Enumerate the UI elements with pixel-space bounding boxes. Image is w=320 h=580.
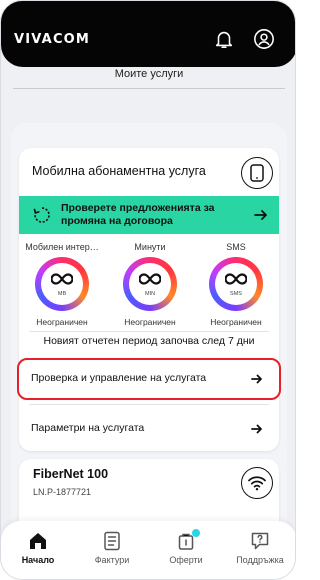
usage-label: Минути [134,242,166,252]
contract-offer-banner[interactable]: Проверете предложенията за промяна на до… [19,196,279,234]
arrow-right-icon [251,424,262,434]
nav-invoices[interactable]: Фактури [82,531,142,565]
infinity-icon [51,273,73,285]
mobile-service-card: Мобилна абонаментна услуга Проверете пре… [17,148,281,451]
contract-offer-text: Проверете предложенията за промяна на до… [61,202,215,227]
usage-ring: MB [35,257,89,311]
arrow-right-icon [254,210,267,220]
wifi-icon [241,467,273,499]
nav-support[interactable]: Поддръжка [230,531,290,565]
nav-offers-label: Оферти [169,555,203,565]
fibernet-account: LN.P-1877721 [33,487,92,497]
usage-status: Неограничен [36,317,88,327]
app-header: VIVACOM [1,1,295,67]
infinity-icon [139,273,161,285]
usage-data[interactable]: Мобилен интер… MB Неограничен [22,242,102,327]
divider [29,331,269,332]
app-screen: VIVACOM Моите услуги Мобилна абонаментна… [0,0,296,580]
page-title: Моите услуги [114,68,184,80]
usage-unit: MIN [144,291,156,297]
service-parameters-label: Параметри на услугата [31,422,145,434]
refresh-icon [33,207,50,223]
infinity-icon [225,273,247,285]
support-icon [251,532,269,550]
usage-label: Мобилен интер… [25,242,99,252]
billing-period-notice: Новият отчетен период започва след 7 дни [43,335,255,347]
usage-minutes[interactable]: Минути MIN Неограничен [110,242,190,327]
bell-icon[interactable] [213,28,235,50]
usage-ring: SMS [209,257,263,311]
arrow-right-icon [251,374,262,384]
usage-unit: MB [57,291,67,297]
manage-service-label: Проверка и управление на услугата [31,372,207,384]
invoice-icon [104,531,120,551]
title-divider [13,88,285,89]
nav-home-label: Начало [21,555,55,565]
bottom-navigation: Начало Фактури Оферти Поддръжка [1,521,295,579]
manage-service-row[interactable]: Проверка и управление на услугата [19,360,279,398]
nav-invoices-label: Фактури [94,555,130,565]
service-parameters-row[interactable]: Параметри на услугата [19,410,279,448]
mobile-phone-icon [241,157,273,189]
nav-offers[interactable]: Оферти [156,529,216,565]
usage-ring: MIN [123,257,177,311]
nav-home[interactable]: Начало [8,531,68,565]
home-icon [30,533,46,549]
divider [29,404,269,405]
fibernet-title: FiberNet 100 [33,467,109,481]
notification-dot [192,529,200,537]
mobile-service-title: Мобилна абонаментна услуга [32,164,206,178]
usage-status: Неограничен [124,317,176,327]
usage-unit: SMS [230,291,242,297]
usage-status: Неограничен [210,317,262,327]
vivacom-logo: VIVACOM [14,32,91,47]
usage-label: SMS [226,242,246,252]
usage-sms[interactable]: SMS SMS Неограничен [196,242,276,327]
profile-icon[interactable] [253,28,275,50]
nav-support-label: Поддръжка [236,555,284,565]
